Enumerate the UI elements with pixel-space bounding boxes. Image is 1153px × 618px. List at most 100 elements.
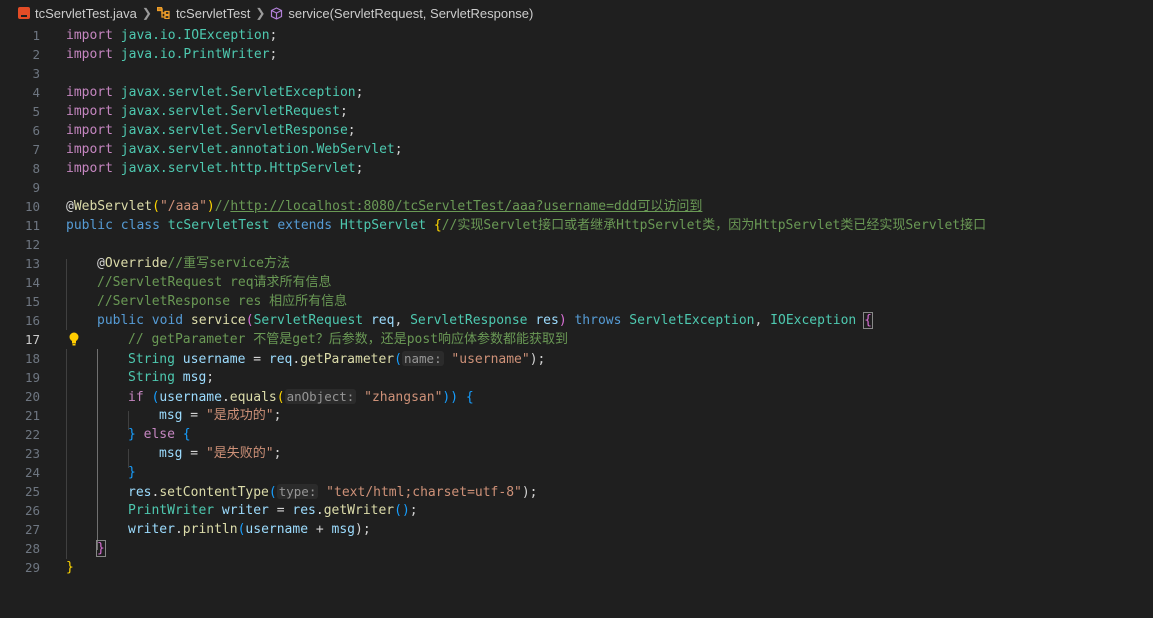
code-line: 29 } — [0, 558, 1153, 577]
line-number: 1 — [32, 28, 40, 43]
code-token: WebServlet — [73, 199, 153, 214]
code-token: PrintWriter — [128, 503, 215, 518]
code-token: @ — [66, 199, 74, 214]
code-line: 14 //ServletRequest req请求所有信息 — [0, 273, 1153, 292]
code-editor[interactable]: 1 import java.io.IOException; 2 import j… — [0, 26, 1153, 618]
code-token: )) — [442, 389, 459, 405]
code-line: 12 — [0, 235, 1153, 254]
code-token: getWriter — [323, 503, 395, 518]
code-line-current: 17 // getParameter 不管是get？后参数，还是post响应体参… — [0, 330, 1153, 349]
code-token: void — [143, 313, 184, 328]
chevron-right-icon: ❯ — [255, 6, 266, 20]
code-token: ServletException — [621, 313, 755, 328]
code-token: writer — [214, 503, 269, 518]
code-token: = — [182, 446, 206, 461]
lightbulb-icon[interactable] — [68, 332, 80, 346]
code-token: // — [214, 199, 231, 214]
code-token: ; — [409, 503, 418, 518]
code-line: 25 res.setContentType(type: "text/html;c… — [0, 482, 1153, 501]
code-line: 16 public void service(ServletRequest re… — [0, 311, 1153, 330]
code-line: 26 PrintWriter writer = res.getWriter(); — [0, 501, 1153, 520]
code-token: PrintWriter — [183, 47, 270, 62]
code-token: ; — [273, 446, 282, 461]
code-token: setContentType — [159, 484, 269, 500]
code-line: 18 String username = req.getParameter(na… — [0, 349, 1153, 368]
line-number: 11 — [24, 218, 40, 233]
code-token: else — [135, 427, 175, 442]
code-token: ; — [339, 104, 348, 119]
code-token: //实现Servlet接口或者继承HttpServlet类，因为HttpServ… — [441, 218, 987, 233]
code-token: ) — [206, 199, 215, 214]
code-token: writer — [128, 522, 175, 537]
code-token: ; — [394, 142, 403, 157]
code-token: ; — [269, 47, 278, 62]
code-token: service — [183, 313, 246, 328]
line-number: 22 — [24, 427, 40, 442]
line-number: 12 — [24, 237, 40, 252]
code-token: public — [97, 313, 144, 328]
code-token: = — [182, 408, 206, 423]
code-token: req — [363, 313, 395, 328]
code-line: 28 } — [0, 539, 1153, 558]
code-line: 6 import javax.servlet.ServletResponse; — [0, 121, 1153, 140]
code-token: import — [66, 85, 113, 100]
code-token: ); — [529, 351, 546, 367]
code-token: ( — [268, 484, 277, 500]
code-token: msg — [331, 522, 356, 537]
line-number: 9 — [32, 180, 40, 195]
code-token: ServletRequest — [230, 104, 340, 119]
code-line: 2 import java.io.PrintWriter; — [0, 45, 1153, 64]
code-line: 4 import javax.servlet.ServletException; — [0, 83, 1153, 102]
code-token: { — [426, 218, 442, 233]
code-token: import — [66, 47, 113, 62]
code-line: 10 @WebServlet("/aaa")//http://localhost… — [0, 197, 1153, 216]
line-number: 20 — [24, 389, 40, 404]
code-token: println — [182, 522, 238, 537]
breadcrumb-method[interactable]: service(ServletRequest, ServletResponse) — [270, 6, 533, 21]
code-token: javax.servlet. — [112, 104, 231, 119]
comment-link[interactable]: http://localhost:8080/tcServletTest/aaa?… — [230, 199, 702, 214]
line-number: 2 — [32, 47, 40, 62]
code-token: "是成功的" — [205, 408, 274, 423]
line-number: 8 — [32, 161, 40, 176]
code-token: { — [174, 427, 191, 442]
line-number: 27 — [24, 522, 40, 537]
code-token: import — [66, 28, 113, 43]
code-token: throws — [566, 313, 622, 328]
line-number: 6 — [32, 123, 40, 138]
code-token: @ — [97, 256, 105, 271]
code-line: 1 import java.io.IOException; — [0, 26, 1153, 45]
code-token: javax.servlet. — [112, 123, 231, 138]
method-cube-icon — [271, 6, 283, 20]
inlay-hint: anObject: — [284, 388, 357, 404]
code-token: = — [268, 503, 293, 518]
code-line: 9 — [0, 178, 1153, 197]
line-number: 3 — [32, 66, 40, 81]
code-token: tcServletTest — [159, 218, 270, 233]
code-token: IOException — [762, 313, 857, 328]
code-token: } — [128, 465, 136, 480]
line-number: 29 — [24, 560, 40, 575]
code-token: username — [245, 522, 309, 537]
code-token: //ServletRequest req请求所有信息 — [97, 275, 332, 290]
code-token: ; — [355, 85, 364, 100]
chevron-right-icon: ❯ — [141, 6, 152, 20]
breadcrumb-class[interactable]: tcServletTest — [156, 6, 250, 21]
line-number: 23 — [24, 446, 40, 461]
line-number: 24 — [24, 465, 40, 480]
code-line: 15 //ServletResponse res 相应所有信息 — [0, 292, 1153, 311]
code-line: 7 import javax.servlet.annotation.WebSer… — [0, 140, 1153, 159]
line-number: 26 — [24, 503, 40, 518]
code-token: . — [315, 503, 324, 518]
code-token: // getParameter 不管是get？后参数，还是post响应体参数都能… — [128, 332, 569, 347]
code-line: 8 import javax.servlet.http.HttpServlet; — [0, 159, 1153, 178]
breadcrumb-file[interactable]: tcServletTest.java — [18, 6, 137, 21]
code-token: ; — [206, 370, 215, 385]
code-token: ; — [347, 123, 356, 138]
code-token: ); — [355, 522, 371, 537]
line-number: 19 — [24, 370, 40, 385]
code-token: req — [268, 351, 293, 367]
code-token: extends — [269, 218, 333, 233]
code-token: () — [394, 503, 410, 518]
